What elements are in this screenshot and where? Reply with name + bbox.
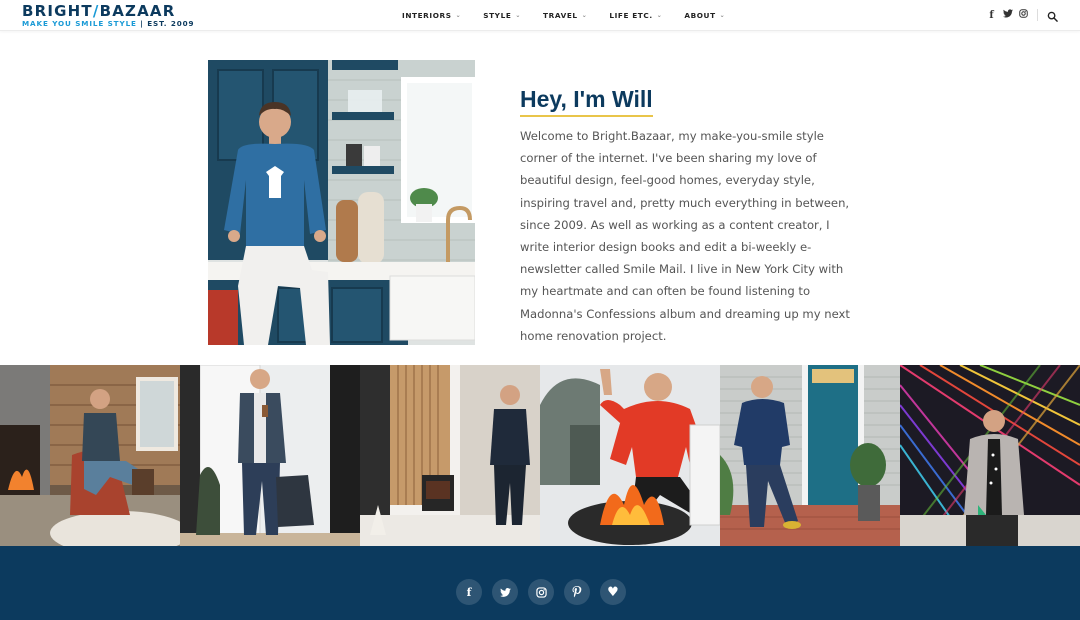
logo-tagline: MAKE YOU SMILE STYLE | EST. 2009 [22, 19, 195, 28]
site-footer: f ♥ [0, 546, 1080, 620]
logo-wordmark: BRIGHT/BAZAAR [22, 2, 176, 20]
nav-item-about[interactable]: ABOUT ⌄ [684, 11, 725, 20]
search-icon[interactable] [1047, 9, 1059, 22]
chevron-down-icon: ⌄ [455, 12, 462, 19]
twitter-icon[interactable] [492, 579, 518, 605]
facebook-icon[interactable]: f [456, 579, 482, 605]
main-nav: INTERIORS ⌄ STYLE ⌄ TRAVEL ⌄ LIFE ETC. ⌄ ABO… [402, 11, 747, 20]
header-divider [1037, 9, 1038, 21]
gallery-photo-white-door-bag[interactable] [180, 365, 360, 546]
chevron-down-icon: ⌄ [656, 12, 663, 19]
heart-icon[interactable]: ♥ [600, 579, 626, 605]
site-logo[interactable]: BRIGHT/BAZAAR MAKE YOU SMILE STYLE | EST… [22, 3, 194, 28]
intro-section: Hey, I'm Will Welcome to Bright.Bazaar, … [520, 86, 850, 347]
nav-item-interiors[interactable]: INTERIORS ⌄ [402, 11, 461, 20]
site-header: BRIGHT/BAZAAR MAKE YOU SMILE STYLE | EST… [0, 0, 1080, 31]
hero-photo [208, 60, 475, 345]
nav-item-travel[interactable]: TRAVEL ⌄ [543, 11, 587, 20]
instagram-gallery [0, 365, 1080, 546]
instagram-icon[interactable] [528, 579, 554, 605]
footer-social-links: f ♥ [456, 579, 626, 605]
chevron-down-icon: ⌄ [719, 12, 726, 19]
intro-paragraph: Welcome to Bright.Bazaar, my make-you-sm… [520, 129, 850, 343]
gallery-photo-string-art-coat[interactable] [900, 365, 1080, 546]
nav-item-style[interactable]: STYLE ⌄ [483, 11, 521, 20]
header-social-links: f [987, 9, 1028, 22]
gallery-photo-wood-slat-stove[interactable] [360, 365, 540, 546]
nav-item-life-etc[interactable]: LIFE ETC. ⌄ [609, 11, 662, 20]
gallery-photo-fireplace-chair[interactable] [0, 365, 180, 546]
chevron-down-icon: ⌄ [515, 12, 522, 19]
instagram-icon[interactable] [1019, 9, 1028, 22]
facebook-icon[interactable]: f [987, 10, 996, 22]
pinterest-icon[interactable] [564, 579, 590, 605]
intro-heading: Hey, I'm Will [520, 86, 653, 117]
twitter-icon[interactable] [1003, 9, 1013, 22]
gallery-photo-red-jacket-firepit[interactable] [540, 365, 720, 546]
gallery-photo-blue-door-sweater[interactable] [720, 365, 900, 546]
chevron-down-icon: ⌄ [581, 12, 588, 19]
